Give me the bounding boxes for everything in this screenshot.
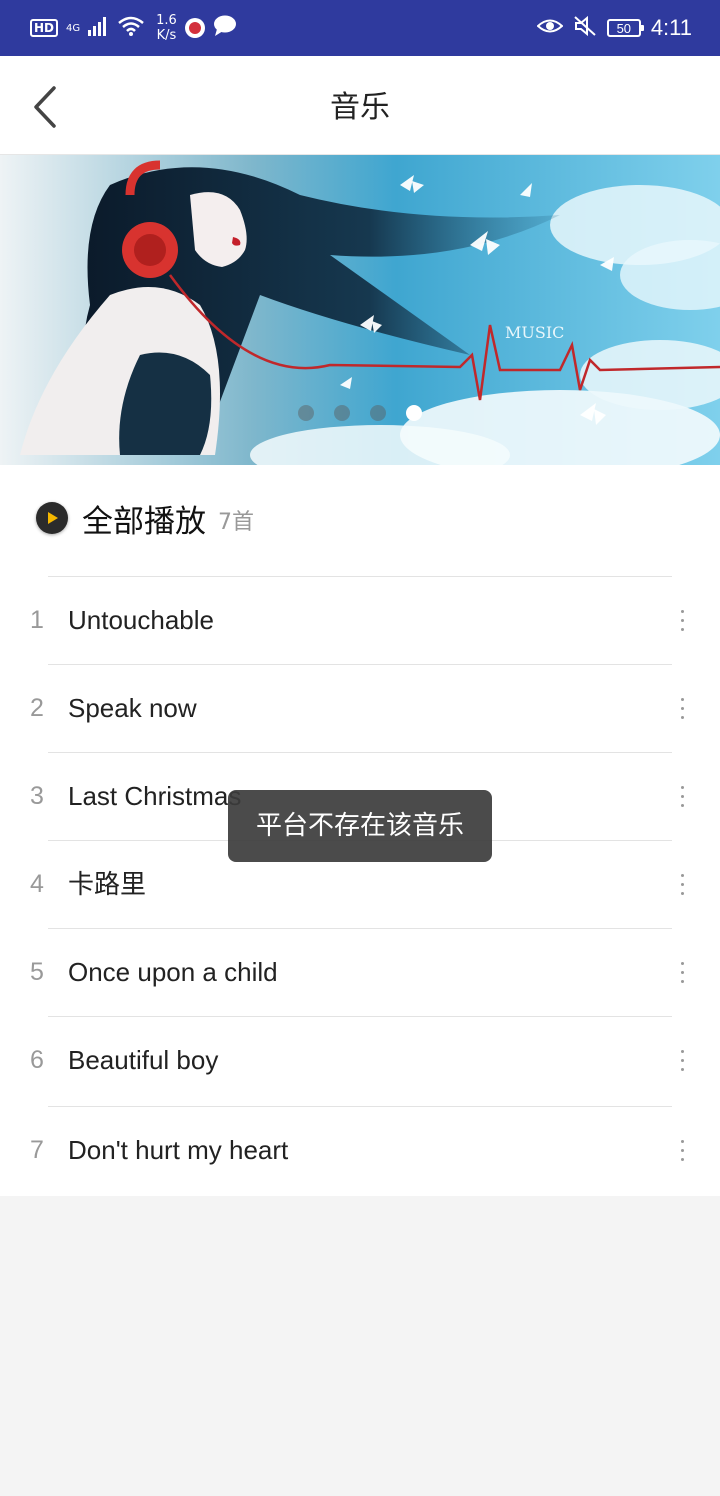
hd-icon: HD: [30, 19, 59, 37]
track-count: 7首: [218, 510, 254, 535]
speed-value: 1.6: [156, 13, 177, 28]
carousel-dots: [0, 405, 720, 423]
track-title: Once upon a child: [68, 957, 278, 987]
banner-music-text: MUSIC: [505, 323, 564, 342]
track-number: 7: [30, 1136, 44, 1164]
network-speed: 1.6 K/s: [156, 13, 177, 43]
app-header: 音乐: [0, 56, 720, 155]
network-type: 4G: [66, 22, 81, 34]
list-item[interactable]: 2 Speak now: [0, 664, 720, 752]
track-title: Beautiful boy: [68, 1045, 219, 1075]
mute-icon: [573, 15, 597, 41]
more-options-icon[interactable]: [668, 1130, 696, 1170]
track-number: 3: [30, 782, 44, 810]
carousel-dot[interactable]: [370, 405, 386, 421]
list-item[interactable]: 5 Once upon a child: [0, 928, 720, 1016]
play-all-label: 全部播放: [82, 503, 206, 540]
more-options-icon[interactable]: [668, 952, 696, 992]
battery-icon: 50: [606, 19, 644, 37]
list-item[interactable]: 7 Don't hurt my heart: [0, 1106, 720, 1194]
clock: 4:11: [650, 15, 692, 40]
list-item[interactable]: 1 Untouchable: [0, 576, 720, 664]
speed-unit: K/s: [156, 28, 177, 43]
more-options-icon[interactable]: [668, 864, 696, 904]
track-number: 5: [30, 958, 44, 986]
track-title: Last Christmas: [68, 781, 242, 811]
status-bar: HD 4G 1.6 K/s 50 4:11: [0, 0, 720, 56]
more-options-icon[interactable]: [668, 776, 696, 816]
status-right: 50 4:11: [536, 0, 692, 56]
chevron-left-icon: [34, 86, 56, 128]
track-title: Don't hurt my heart: [68, 1135, 289, 1165]
more-options-icon[interactable]: [668, 688, 696, 728]
list-item[interactable]: 6 Beautiful boy: [0, 1016, 720, 1104]
back-button[interactable]: [24, 80, 72, 132]
play-all-button[interactable]: 全部播放 7首: [36, 498, 254, 540]
track-number: 6: [30, 1046, 44, 1074]
track-number: 2: [30, 694, 44, 722]
eye-icon: [536, 16, 564, 40]
signal-icon: [88, 16, 110, 40]
more-options-icon[interactable]: [668, 1040, 696, 1080]
toast-message: 平台不存在该音乐: [228, 790, 492, 862]
carousel-dot[interactable]: [334, 405, 350, 421]
track-title: 卡路里: [68, 869, 147, 899]
page-title: 音乐: [330, 90, 390, 125]
track-number: 4: [30, 870, 44, 898]
track-title: Speak now: [68, 693, 197, 723]
wifi-icon: [118, 16, 144, 40]
play-icon: [36, 502, 68, 534]
carousel-dot-active[interactable]: [406, 405, 422, 421]
track-title: Untouchable: [68, 605, 214, 635]
message-icon: [213, 15, 237, 41]
more-options-icon[interactable]: [668, 600, 696, 640]
app-notification-icon: [184, 18, 205, 38]
track-number: 1: [30, 606, 44, 634]
status-left: HD 4G 1.6 K/s: [30, 0, 237, 56]
carousel-dot[interactable]: [298, 405, 314, 421]
